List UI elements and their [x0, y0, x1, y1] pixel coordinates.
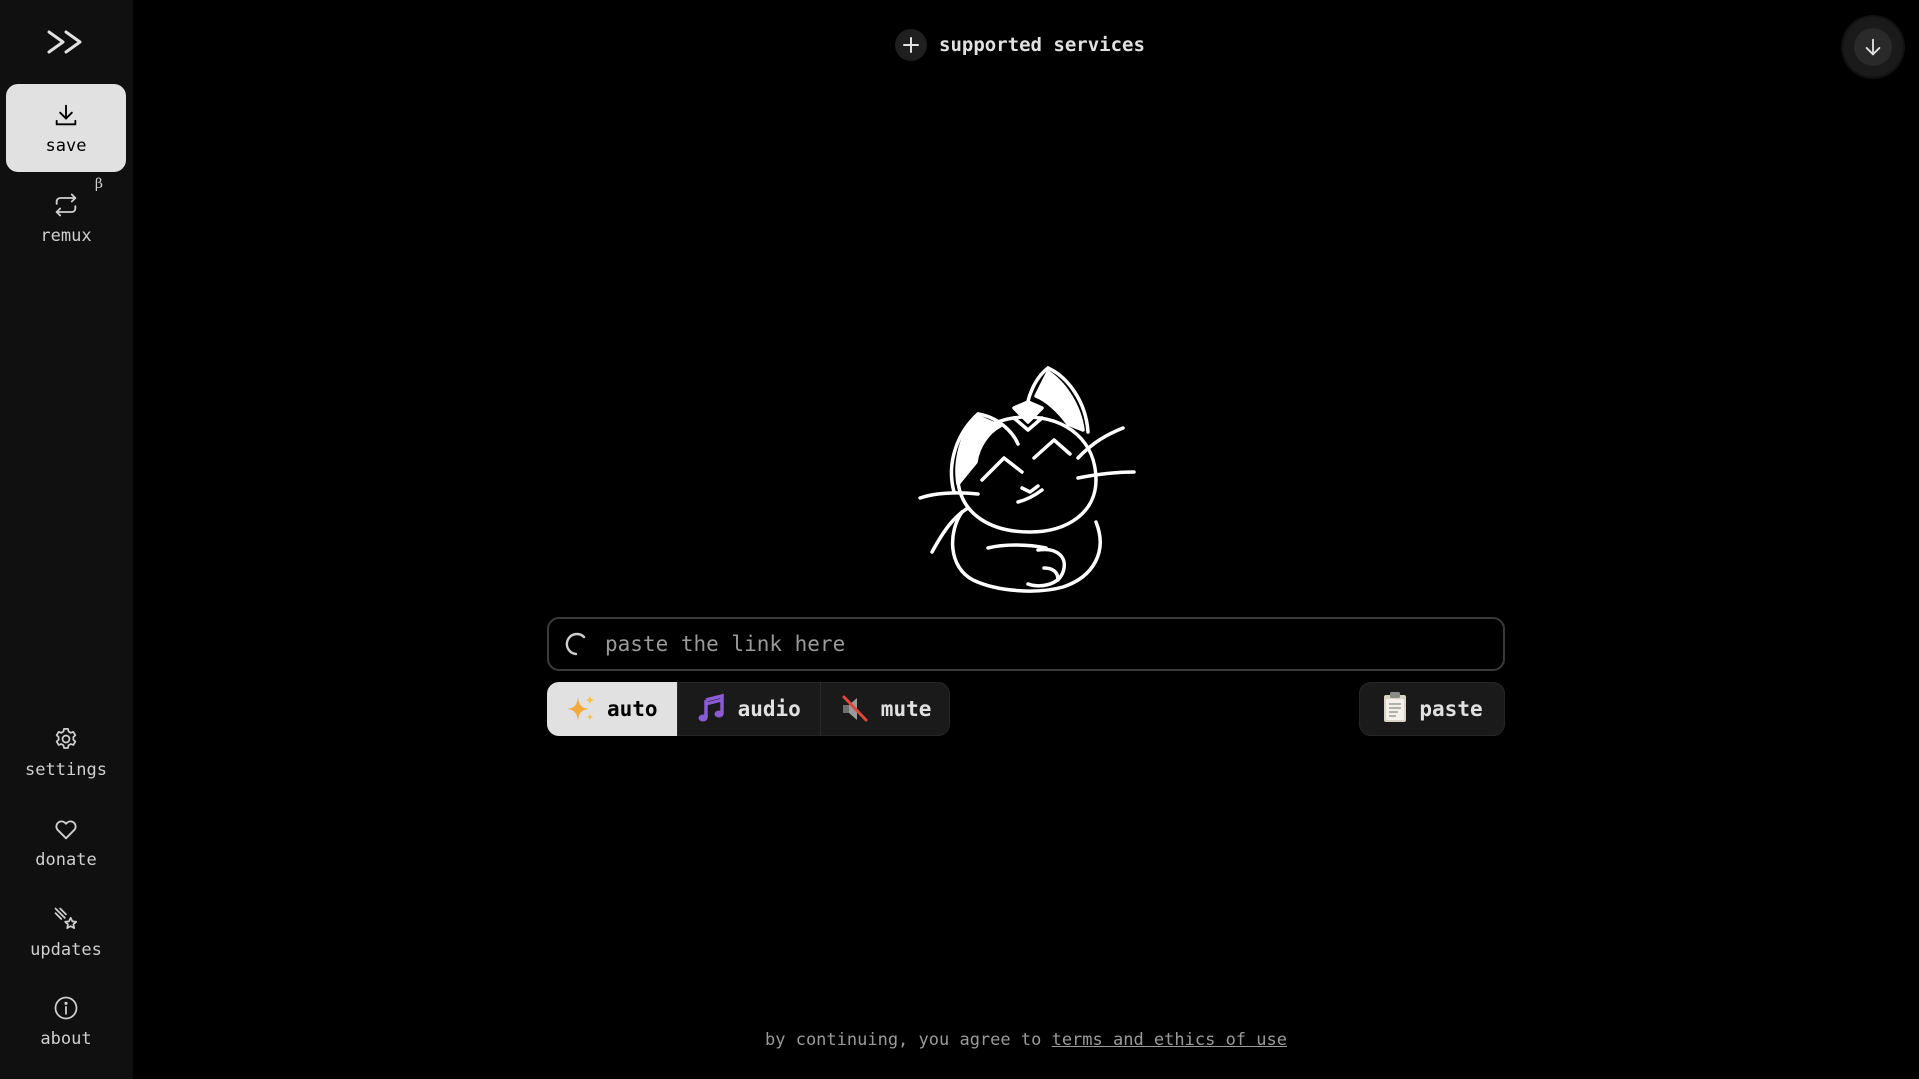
- sidebar-item-save[interactable]: save: [6, 84, 126, 172]
- sidebar-item-settings[interactable]: settings: [6, 708, 126, 796]
- logo-icon[interactable]: [46, 28, 86, 56]
- sidebar-item-label: updates: [30, 940, 102, 960]
- paste-label: paste: [1419, 697, 1483, 721]
- info-icon: [51, 993, 81, 1023]
- arrow-down-icon: [1854, 28, 1892, 66]
- footer-text: by continuing, you agree to: [765, 1030, 1052, 1050]
- link-input-box[interactable]: [547, 617, 1505, 671]
- clipboard-icon: [1381, 691, 1409, 728]
- mode-label: mute: [880, 697, 932, 721]
- paste-button[interactable]: paste: [1359, 682, 1505, 736]
- mode-label: audio: [737, 697, 801, 721]
- sidebar-item-about[interactable]: about: [6, 977, 126, 1065]
- sidebar-item-label: settings: [25, 760, 107, 780]
- mode-auto-button[interactable]: auto: [547, 682, 678, 736]
- supported-services-button[interactable]: supported services: [895, 28, 1145, 62]
- download-queue-button[interactable]: [1843, 17, 1903, 77]
- sidebar: save β remux settings donate updates abo…: [0, 0, 133, 1079]
- loading-spinner-icon: [563, 631, 589, 657]
- sidebar-item-label: save: [45, 136, 87, 156]
- link-input[interactable]: [603, 618, 1503, 670]
- terms-link[interactable]: terms and ethics of use: [1052, 1030, 1287, 1050]
- repeat-icon: β: [51, 176, 103, 220]
- heart-icon: [51, 814, 81, 844]
- download-mode-switcher: auto audio mute: [547, 682, 951, 736]
- supported-services-label: supported services: [939, 34, 1145, 56]
- muted-speaker-icon: [839, 693, 871, 725]
- terms-footer: by continuing, you agree to terms and et…: [0, 1030, 1919, 1050]
- gear-icon: [51, 724, 81, 754]
- sidebar-item-label: remux: [40, 226, 92, 246]
- sidebar-item-remux[interactable]: β remux: [6, 174, 126, 262]
- plus-icon: [895, 29, 927, 61]
- mode-audio-button[interactable]: audio: [678, 682, 821, 736]
- beta-badge: β: [94, 176, 103, 192]
- mode-label: auto: [607, 697, 658, 721]
- sparkles-icon: [565, 693, 597, 725]
- app-root: save β remux settings donate updates abo…: [0, 0, 1919, 1079]
- download-icon: [51, 100, 81, 130]
- sparkle-star-icon: [51, 904, 81, 934]
- mascot-cat-illustration: [918, 362, 1138, 594]
- sidebar-item-donate[interactable]: donate: [6, 798, 126, 886]
- sidebar-item-label: donate: [35, 850, 97, 870]
- sidebar-item-updates[interactable]: updates: [6, 888, 126, 976]
- mode-mute-button[interactable]: mute: [821, 682, 951, 736]
- music-notes-icon: [696, 693, 728, 725]
